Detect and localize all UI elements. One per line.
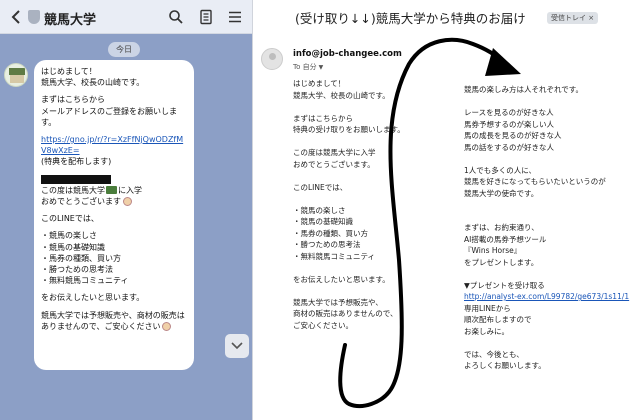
registration-link[interactable]: https://gno.jp/r/?r=XzFfNjQwODZfMV8wXzE= xyxy=(41,135,183,155)
message-greeting: はじめまして！ 競馬大学、校長の山崎です。 xyxy=(41,67,145,88)
email-body-column-2: 競馬の楽しみ方は人それぞれです。 レースを見るのが好きな人 馬券予想するのが楽し… xyxy=(464,84,640,372)
dropdown-caret-icon: ▼ xyxy=(318,64,324,71)
date-chip: 今日 xyxy=(108,42,140,57)
recipient-dropdown[interactable]: To 自分 ▼ xyxy=(293,62,323,72)
message-gift-note: (特典を配布します) xyxy=(41,157,112,167)
email-panel: (受け取り↓↓)競馬大学から特典のお届け 受信トレイ × info@job-ch… xyxy=(253,0,640,420)
avatar-roof xyxy=(9,68,25,75)
sender-address: info@job-changee.com xyxy=(293,49,402,59)
message-welcome-a: この度は競馬大学 xyxy=(41,185,105,195)
email-body-intro: 競馬の楽しみ方は人それぞれです。 レースを見るのが好きな人 馬券予想するのが楽し… xyxy=(464,85,606,290)
avatar[interactable] xyxy=(4,63,28,87)
search-icon[interactable] xyxy=(166,7,186,27)
menu-icon[interactable] xyxy=(225,7,245,27)
email-subject: (受け取り↓↓)競馬大学から特典のお届け xyxy=(295,11,526,26)
email-body-outro: 専用LINEから 順次配布しますので お楽しみに。 では、今後とも、 よろしくお… xyxy=(464,303,546,371)
message-welcome-b: に入学 xyxy=(118,185,142,195)
scroll-down-button[interactable] xyxy=(225,334,249,358)
line-header: 競馬大学 xyxy=(0,0,252,34)
message-closing: をお伝えしたいと思います。 xyxy=(41,293,145,303)
smile-emoji-icon xyxy=(162,321,172,331)
inbox-label-chip[interactable]: 受信トレイ × xyxy=(547,12,599,24)
smile-emoji-icon xyxy=(123,197,132,207)
recipient-label: To 自分 xyxy=(293,63,317,71)
shield-icon xyxy=(28,10,40,24)
note-icon[interactable] xyxy=(196,7,216,27)
chevron-down-icon xyxy=(231,342,243,350)
message-welcome-c: おめでとうございます xyxy=(41,197,121,207)
message-topic-list: ・競馬の楽しさ ・競馬の基礎知識 ・馬券の種類、買い方 ・勝つための思考法 ・無… xyxy=(41,231,129,286)
email-body-column-1: はじめまして！ 競馬大学、校長の山崎です。 まずはこちらから 特典の受け取りをお… xyxy=(293,79,405,330)
chat-title: 競馬大学 xyxy=(44,13,97,28)
message-bubble: はじめまして！ 競馬大学、校長の山崎です。 まずはこちらから メールアドレスのご… xyxy=(34,60,194,370)
back-icon[interactable] xyxy=(6,7,26,27)
present-link[interactable]: http://analyst-ex.com/L99782/ge673/1s11/… xyxy=(464,292,629,301)
message-register-request: まずはこちらから メールアドレスのご登録をお願いします。 xyxy=(41,95,177,127)
message-intro: このLINEでは、 xyxy=(41,214,99,224)
school-emoji-icon xyxy=(106,186,117,195)
avatar-building xyxy=(10,75,24,83)
line-chat-panel: 競馬大学 今日 はじめまして！ 競馬大学、校長の山崎です。 まずはこちらから メ… xyxy=(0,0,253,420)
redacted-block xyxy=(41,174,111,184)
sender-avatar xyxy=(261,48,283,70)
